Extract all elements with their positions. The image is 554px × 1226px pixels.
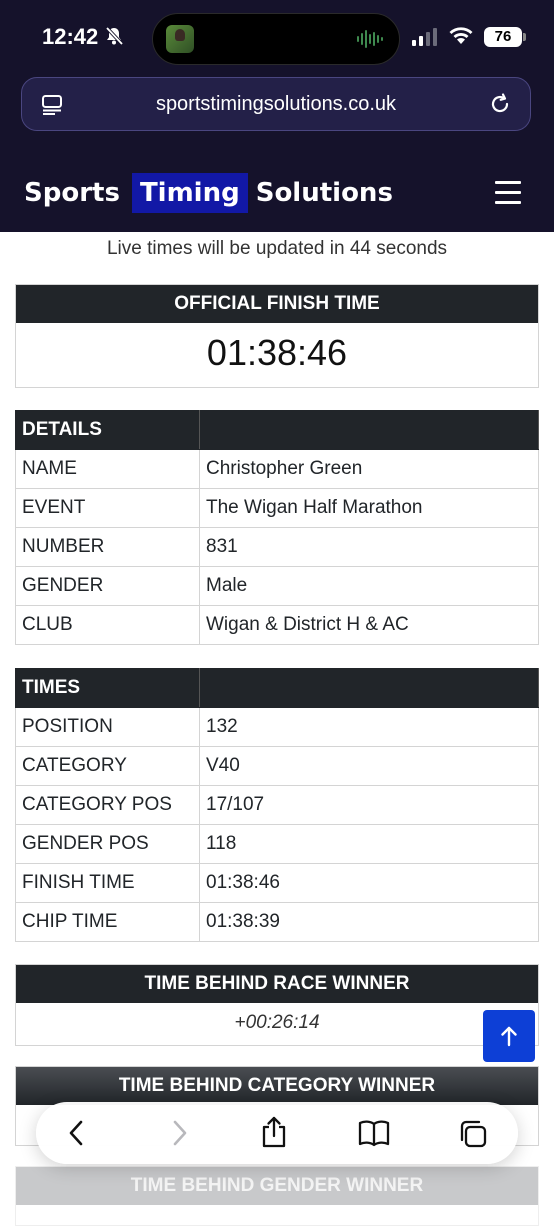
logo-word-timing: Timing — [131, 173, 248, 213]
bell-off-icon — [105, 26, 124, 46]
row-value: The Wigan Half Marathon — [199, 488, 539, 528]
row-label: CLUB — [15, 605, 200, 645]
table-row: GENDER POS 118 — [15, 824, 539, 864]
forward-icon[interactable] — [164, 1118, 194, 1148]
cellular-signal-icon — [412, 28, 437, 46]
arrow-up-icon — [501, 1026, 517, 1047]
behind-gender-winner-panel: TIME BEHIND GENDER WINNER — [15, 1166, 539, 1226]
row-value: V40 — [199, 746, 539, 786]
now-playing-artwork — [166, 25, 194, 53]
browser-chrome: 12:42 76 sportstimingsolutions.co.uk Spo… — [0, 0, 554, 232]
address-bar[interactable]: sportstimingsolutions.co.uk — [21, 77, 531, 131]
table-row: CATEGORY V40 — [15, 746, 539, 786]
battery-indicator: 76 — [484, 27, 526, 47]
details-header-row: DETAILS — [15, 410, 539, 450]
row-value: 831 — [199, 527, 539, 567]
live-update-notice: Live times will be updated in 44 seconds — [0, 238, 554, 260]
table-row: NUMBER 831 — [15, 527, 539, 567]
row-label: FINISH TIME — [15, 863, 200, 903]
row-value: Male — [199, 566, 539, 606]
times-heading-empty — [199, 668, 539, 708]
row-label: NAME — [15, 449, 200, 489]
row-label: GENDER — [15, 566, 200, 606]
details-heading: DETAILS — [15, 410, 200, 450]
times-table: TIMES POSITION 132 CATEGORY V40 CATEGORY P… — [15, 668, 539, 942]
table-row: NAME Christopher Green — [15, 449, 539, 489]
table-row: GENDER Male — [15, 566, 539, 606]
scroll-to-top-button[interactable] — [483, 1010, 535, 1062]
row-label: CATEGORY — [15, 746, 200, 786]
behind-race-winner-value: +00:26:14 — [234, 1012, 320, 1033]
details-table: DETAILS NAME Christopher Green EVENT The W… — [15, 410, 539, 645]
behind-race-winner-heading: TIME BEHIND RACE WINNER — [16, 965, 538, 1003]
live-update-prefix: Live times will be updated in — [106, 238, 350, 259]
row-value: 01:38:39 — [199, 902, 539, 942]
audio-waveform-icon — [357, 30, 383, 48]
table-row: CHIP TIME 01:38:39 — [15, 902, 539, 942]
row-value: Wigan & District H & AC — [199, 605, 539, 645]
row-value: 17/107 — [199, 785, 539, 825]
behind-race-winner-panel: TIME BEHIND RACE WINNER +00:26:14 — [15, 964, 539, 1046]
live-update-suffix: seconds — [371, 238, 448, 259]
reload-icon[interactable] — [488, 92, 512, 116]
row-label: CHIP TIME — [15, 902, 200, 942]
table-row: EVENT The Wigan Half Marathon — [15, 488, 539, 528]
url-text[interactable]: sportstimingsolutions.co.uk — [22, 93, 530, 116]
official-finish-panel: OFFICIAL FINISH TIME 01:38:46 — [15, 284, 539, 388]
tabs-icon[interactable] — [457, 1118, 489, 1150]
live-update-seconds: 44 — [349, 238, 371, 259]
times-heading: TIMES — [15, 668, 200, 708]
logo-word-solutions: Solutions — [255, 178, 393, 208]
official-finish-heading: OFFICIAL FINISH TIME — [16, 285, 538, 323]
browser-toolbar — [36, 1102, 518, 1164]
wifi-icon — [449, 27, 473, 44]
behind-category-winner-heading: TIME BEHIND CATEGORY WINNER — [16, 1067, 538, 1105]
row-value: 132 — [199, 707, 539, 747]
details-heading-empty — [199, 410, 539, 450]
row-label: POSITION — [15, 707, 200, 747]
logo-word-sports: Sports — [24, 178, 120, 208]
row-label: GENDER POS — [15, 824, 200, 864]
site-logo[interactable]: Sports Timing Solutions — [24, 172, 393, 214]
status-time: 12:42 — [42, 24, 99, 49]
bookmarks-icon[interactable] — [357, 1118, 391, 1148]
table-row: POSITION 132 — [15, 707, 539, 747]
hamburger-menu-icon[interactable] — [495, 181, 521, 211]
table-row: FINISH TIME 01:38:46 — [15, 863, 539, 903]
row-value: 118 — [199, 824, 539, 864]
table-row: CLUB Wigan & District H & AC — [15, 605, 539, 645]
back-icon[interactable] — [62, 1118, 92, 1148]
row-value: Christopher Green — [199, 449, 539, 489]
row-label: CATEGORY POS — [15, 785, 200, 825]
official-finish-time: 01:38:46 — [206, 332, 348, 373]
times-header-row: TIMES — [15, 668, 539, 708]
table-row: CATEGORY POS 17/107 — [15, 785, 539, 825]
row-label: EVENT — [15, 488, 200, 528]
row-value: 01:38:46 — [199, 863, 539, 903]
row-label: NUMBER — [15, 527, 200, 567]
behind-gender-winner-heading: TIME BEHIND GENDER WINNER — [16, 1167, 538, 1205]
dynamic-island — [152, 13, 400, 65]
share-icon[interactable] — [259, 1115, 289, 1149]
